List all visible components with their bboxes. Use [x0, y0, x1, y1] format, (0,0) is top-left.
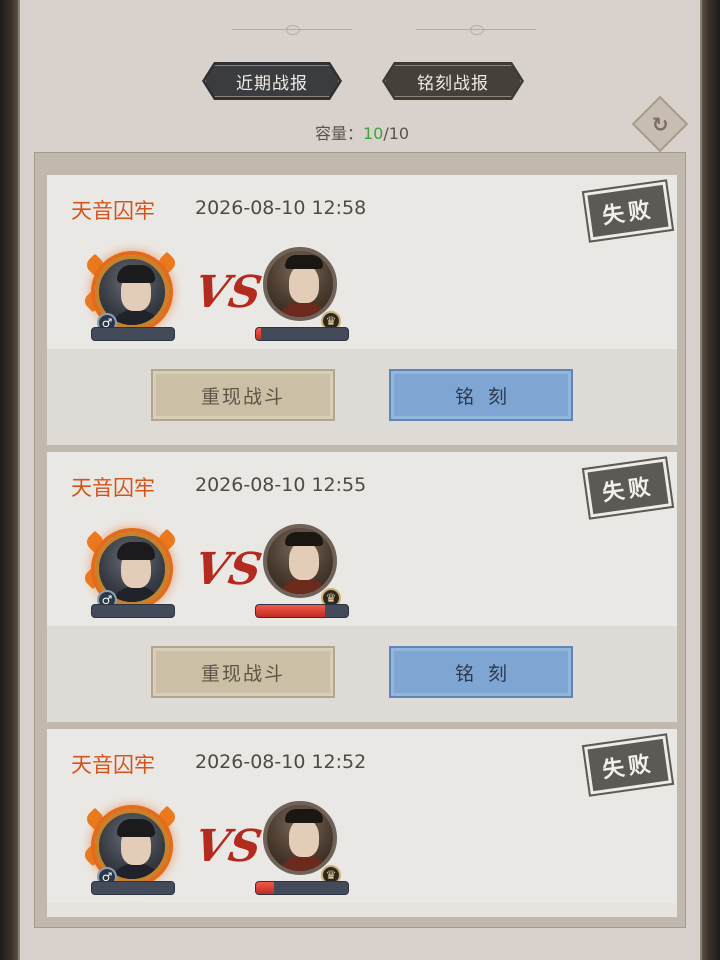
hp-fill	[256, 328, 261, 340]
engrave-button[interactable]: 铭刻	[389, 646, 573, 698]
enemy-hp-bar	[255, 327, 349, 341]
refresh-icon: ↻	[651, 111, 669, 136]
battle-report-panel: 近期战报 铭刻战报 容量：10/10 ↻ 天音囚牢 2026-08-10 12:…	[18, 0, 702, 960]
portrait-face	[289, 819, 319, 857]
player-hp-bar	[91, 327, 175, 341]
enemy-portrait[interactable]	[263, 247, 337, 321]
engrave-button[interactable]: 铭刻	[389, 369, 573, 421]
capacity-label: 容量：	[314, 124, 363, 143]
left-border	[0, 0, 18, 960]
enemy-hp-bar	[255, 604, 349, 618]
capacity-text: 容量：10/10	[20, 120, 704, 144]
tab-label: 近期战报	[236, 73, 308, 94]
player-hp-bar	[91, 881, 175, 895]
enemy-hp-bar	[255, 881, 349, 895]
portrait-hair	[285, 809, 323, 823]
report-card-header: 天音囚牢 2026-08-10 12:58 失败 ♂ VS ♛	[47, 175, 677, 349]
report-card-actions: 重现战斗 铭刻	[47, 626, 677, 722]
tab-engraved-reports[interactable]: 铭刻战报	[382, 62, 524, 100]
portrait-hair	[285, 255, 323, 269]
tab-recent-reports[interactable]: 近期战报	[202, 62, 342, 100]
vs-text: VS	[190, 267, 266, 318]
defeat-stamp: 失败	[581, 179, 675, 243]
top-ornament-left	[232, 24, 352, 36]
capacity-max: 10	[388, 124, 410, 143]
top-ornament-right	[416, 24, 536, 36]
portrait-face	[289, 265, 319, 303]
portrait-hair	[285, 532, 323, 546]
record-time: 2026-08-10 12:52	[195, 751, 367, 773]
record-name: 天音囚牢	[71, 476, 155, 500]
hp-fill	[256, 605, 325, 617]
report-card-header: 天音囚牢 2026-08-10 12:55 失败 ♂ VS ♛	[47, 452, 677, 626]
replay-battle-button[interactable]: 重现战斗	[151, 646, 335, 698]
defeat-stamp: 失败	[581, 733, 675, 797]
portrait-hair	[117, 265, 155, 283]
hp-fill	[256, 882, 275, 894]
record-name: 天音囚牢	[71, 199, 155, 223]
record-time: 2026-08-10 12:55	[195, 474, 367, 496]
report-card: 天音囚牢 2026-08-10 12:55 失败 ♂ VS ♛ 重现战斗 铭刻	[47, 452, 677, 722]
vs-text: VS	[190, 821, 266, 872]
vs-text: VS	[190, 544, 266, 595]
portrait-face	[289, 542, 319, 580]
report-card-actions: 重现战斗 铭刻	[47, 349, 677, 445]
portrait-hair	[117, 819, 155, 837]
player-hp-bar	[91, 604, 175, 618]
record-name: 天音囚牢	[71, 753, 155, 777]
enemy-portrait[interactable]	[263, 801, 337, 875]
portrait-hair	[117, 542, 155, 560]
report-card-header: 天音囚牢 2026-08-10 12:52 失败 ♂ VS ♛	[47, 729, 677, 903]
right-border	[702, 0, 720, 960]
tab-label: 铭刻战报	[417, 73, 489, 94]
report-card: 天音囚牢 2026-08-10 12:58 失败 ♂ VS ♛ 重现战斗 铭刻	[47, 175, 677, 445]
record-time: 2026-08-10 12:58	[195, 197, 367, 219]
report-card: 天音囚牢 2026-08-10 12:52 失败 ♂ VS ♛	[47, 729, 677, 917]
enemy-portrait[interactable]	[263, 524, 337, 598]
capacity-current: 10	[362, 124, 384, 143]
replay-battle-button[interactable]: 重现战斗	[151, 369, 335, 421]
report-list[interactable]: 天音囚牢 2026-08-10 12:58 失败 ♂ VS ♛ 重现战斗 铭刻 …	[34, 152, 686, 928]
defeat-stamp: 失败	[581, 456, 675, 520]
